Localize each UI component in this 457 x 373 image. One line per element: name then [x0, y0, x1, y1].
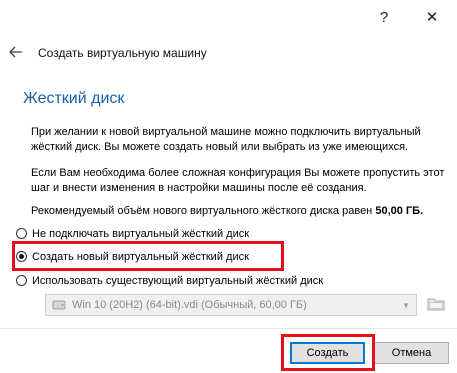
highlight-create-button — [281, 334, 375, 371]
section-title: Жесткий диск — [23, 90, 125, 107]
folder-icon — [427, 296, 445, 315]
footer-divider — [0, 328, 457, 329]
back-arrow-icon[interactable] — [8, 44, 24, 60]
help-button[interactable]: ? — [361, 0, 407, 34]
radio-button-existing-disk[interactable] — [16, 275, 27, 286]
existing-disk-select[interactable]: Win 10 (20H2) (64-bit).vdi (Обычный, 60,… — [45, 294, 417, 316]
choose-disk-file-button[interactable] — [425, 294, 447, 316]
recommended-size-value: 50,00 ГБ. — [375, 205, 424, 217]
radio-no-disk[interactable]: Не подключать виртуальный жёсткий диск — [16, 226, 249, 241]
highlight-create-disk-option — [12, 241, 284, 271]
radio-no-disk-label: Не подключать виртуальный жёсткий диск — [32, 227, 250, 240]
hard-disk-icon — [52, 298, 66, 312]
radio-existing-disk-label: Использовать существующий виртуальный жё… — [32, 274, 324, 287]
advanced-paragraph: Если Вам необходима более сложная конфиг… — [31, 167, 445, 194]
existing-disk-select-value: Win 10 (20H2) (64-bit).vdi (Обычный, 60,… — [72, 299, 307, 311]
cancel-button[interactable]: Отмена — [374, 342, 449, 364]
close-icon: ✕ — [425, 9, 439, 26]
dialog-title: Создать виртуальную машину — [38, 46, 207, 60]
cancel-button-label: Отмена — [391, 347, 432, 359]
intro-paragraph: При желании к новой виртуальной машине м… — [31, 126, 421, 153]
close-button[interactable]: ✕ — [409, 0, 455, 34]
recommended-size-text: Рекомендуемый объём нового виртуального … — [31, 205, 376, 217]
radio-button-no-disk[interactable] — [16, 228, 27, 239]
help-label: ? — [379, 8, 389, 26]
radio-existing-disk[interactable]: Использовать существующий виртуальный жё… — [16, 273, 323, 288]
chevron-down-icon: ▼ — [402, 300, 410, 310]
recommended-size-paragraph: Рекомендуемый объём нового виртуального … — [31, 204, 451, 219]
